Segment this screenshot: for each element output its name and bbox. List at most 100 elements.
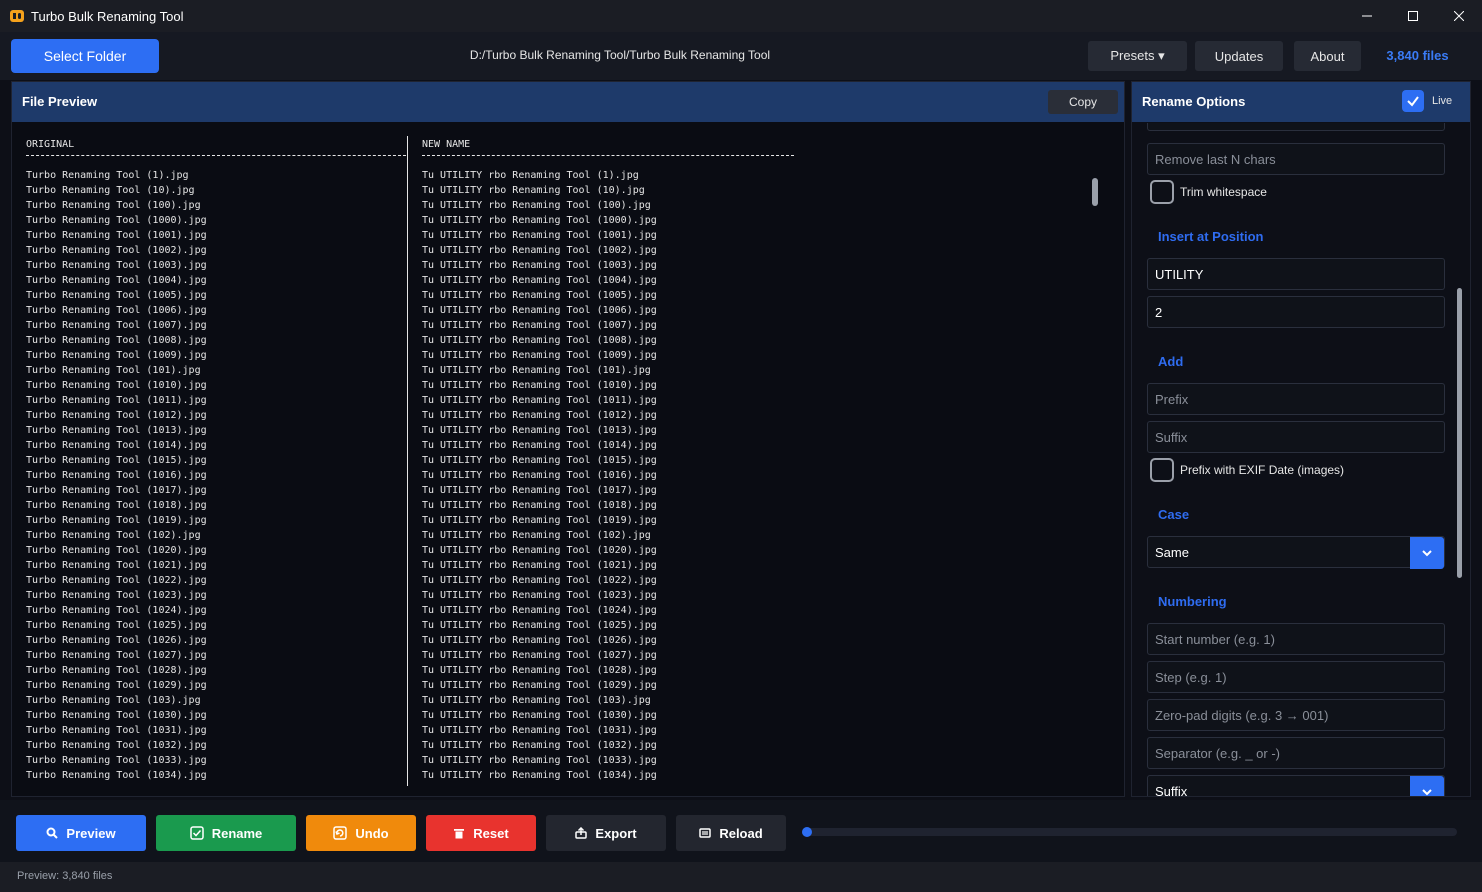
list-item: Turbo Renaming Tool (1020).jpg [26,545,207,556]
prefix-placeholder: Prefix [1155,391,1189,407]
list-item: Turbo Renaming Tool (1021).jpg [26,560,207,571]
list-item: Tu UTILITY rbo Renaming Tool (1030).jpg [422,710,657,721]
list-item: Turbo Renaming Tool (1005).jpg [26,290,207,301]
trash-icon [454,829,465,839]
list-item: Tu UTILITY rbo Renaming Tool (1004).jpg [422,275,657,286]
zero-pad-input[interactable]: Zero-pad digits (e.g. 3 → 001) [1147,699,1445,731]
trim-whitespace-checkbox[interactable] [1150,180,1174,204]
list-item: Tu UTILITY rbo Renaming Tool (1015).jpg [422,455,657,466]
reset-button[interactable]: Reset [426,815,536,851]
preview-button-label: Preview [66,825,116,841]
reload-button[interactable]: Reload [676,815,786,851]
reload-button-label: Reload [719,825,763,841]
title-bar: Turbo Bulk Renaming Tool [0,0,1482,32]
previous-option-field[interactable] [1147,123,1445,131]
list-item: Turbo Renaming Tool (1030).jpg [26,710,207,721]
list-item: Tu UTILITY rbo Renaming Tool (1005).jpg [422,290,657,301]
suffix-input[interactable]: Suffix [1147,421,1445,453]
step-placeholder: Step (e.g. 1) [1155,669,1227,685]
reload-icon [699,828,712,838]
number-position-select[interactable]: Suffix [1147,775,1445,796]
updates-button[interactable]: Updates [1195,41,1283,71]
presets-button[interactable]: Presets ▾ [1088,41,1187,71]
reset-button-label: Reset [473,825,509,841]
case-select[interactable]: Same [1147,536,1445,569]
close-icon [1454,11,1464,21]
list-item: Turbo Renaming Tool (1000).jpg [26,215,207,226]
list-item: Tu UTILITY rbo Renaming Tool (1009).jpg [422,350,657,361]
preview-button[interactable]: Preview [16,815,146,851]
status-bar: Preview: 3,840 files [0,862,1482,892]
preview-scrollbar[interactable] [1092,178,1098,206]
list-item: Tu UTILITY rbo Renaming Tool (102).jpg [422,530,651,541]
prefix-input[interactable]: Prefix [1147,383,1445,415]
select-folder-button[interactable]: Select Folder [11,39,159,73]
list-item: Tu UTILITY rbo Renaming Tool (1007).jpg [422,320,657,331]
insert-position-input[interactable]: 2 [1147,296,1445,328]
list-item: Turbo Renaming Tool (102).jpg [26,530,201,541]
close-button[interactable] [1436,0,1482,32]
file-preview-title: File Preview [22,94,98,109]
window-title: Turbo Bulk Renaming Tool [31,8,184,24]
undo-button[interactable]: Undo [306,815,416,851]
separator-placeholder: Separator (e.g. _ or -) [1155,745,1280,761]
list-item: Tu UTILITY rbo Renaming Tool (10).jpg [422,185,645,196]
list-item: Turbo Renaming Tool (1016).jpg [26,470,207,481]
exif-prefix-checkbox[interactable] [1150,458,1174,482]
list-item: Tu UTILITY rbo Renaming Tool (1022).jpg [422,575,657,586]
rename-options-panel: Rename Options Live Remove last N chars … [1131,81,1471,797]
exif-prefix-label: Prefix with EXIF Date (images) [1180,463,1345,477]
export-button-label: Export [595,825,637,841]
case-select-value: Same [1155,544,1189,560]
section-add: Add [1158,354,1184,369]
list-item: Tu UTILITY rbo Renaming Tool (1010).jpg [422,380,657,391]
list-item: Turbo Renaming Tool (1001).jpg [26,230,207,241]
status-text: Preview: 3,840 files [17,870,113,882]
list-item: Turbo Renaming Tool (100).jpg [26,200,201,211]
maximize-icon [1408,11,1418,21]
new-names-list: Tu UTILITY rbo Renaming Tool (1).jpg Tu U… [422,168,657,783]
list-item: Tu UTILITY rbo Renaming Tool (1034).jpg [422,770,657,781]
file-preview-table[interactable]: ORIGINAL NEW NAME Turbo Renaming Tool (1… [16,126,1106,794]
list-item: Turbo Renaming Tool (1032).jpg [26,740,207,751]
copy-button[interactable]: Copy [1048,90,1118,114]
separator-input[interactable]: Separator (e.g. _ or -) [1147,737,1445,769]
list-item: Turbo Renaming Tool (101).jpg [26,365,201,376]
list-item: Turbo Renaming Tool (103).jpg [26,695,201,706]
maximize-button[interactable] [1390,0,1436,32]
rename-options-header: Rename Options Live [1132,82,1470,122]
list-item: Turbo Renaming Tool (1).jpg [26,170,189,181]
number-position-dropdown-button[interactable] [1410,776,1444,796]
remove-last-n-placeholder: Remove last N chars [1155,151,1276,167]
list-item: Tu UTILITY rbo Renaming Tool (1).jpg [422,170,639,181]
list-item: Tu UTILITY rbo Renaming Tool (1014).jpg [422,440,657,451]
file-preview-panel: File Preview Copy ORIGINAL NEW NAME Turb… [11,81,1125,797]
list-item: Turbo Renaming Tool (1002).jpg [26,245,207,256]
live-checkbox[interactable] [1402,90,1424,112]
list-item: Turbo Renaming Tool (1029).jpg [26,680,207,691]
step-input[interactable]: Step (e.g. 1) [1147,661,1445,693]
remove-last-n-input[interactable]: Remove last N chars [1147,143,1445,175]
zero-pad-placeholder: Zero-pad digits (e.g. 3 → 001) [1155,707,1329,723]
insert-text-input[interactable]: UTILITY [1147,258,1445,290]
minimize-button[interactable] [1344,0,1390,32]
list-item: Turbo Renaming Tool (1026).jpg [26,635,207,646]
export-button[interactable]: Export [546,815,666,851]
list-item: Tu UTILITY rbo Renaming Tool (1012).jpg [422,410,657,421]
list-item: Tu UTILITY rbo Renaming Tool (101).jpg [422,365,651,376]
checkbox-icon [189,826,204,840]
undo-button-label: Undo [355,825,389,841]
top-toolbar: Select Folder D:/Turbo Bulk Renaming Too… [0,32,1482,80]
list-item: Turbo Renaming Tool (10).jpg [26,185,195,196]
list-item: Tu UTILITY rbo Renaming Tool (1029).jpg [422,680,657,691]
rename-button[interactable]: Rename [156,815,296,851]
column-divider-new-name [422,155,794,156]
trim-whitespace-label: Trim whitespace [1180,185,1267,199]
options-scrollbar[interactable] [1457,288,1462,578]
app-logo-icon [10,10,24,22]
start-number-input[interactable]: Start number (e.g. 1) [1147,623,1445,655]
about-button[interactable]: About [1294,41,1361,71]
case-dropdown-button[interactable] [1410,537,1444,569]
live-label: Live [1432,95,1453,107]
list-item: Turbo Renaming Tool (1015).jpg [26,455,207,466]
